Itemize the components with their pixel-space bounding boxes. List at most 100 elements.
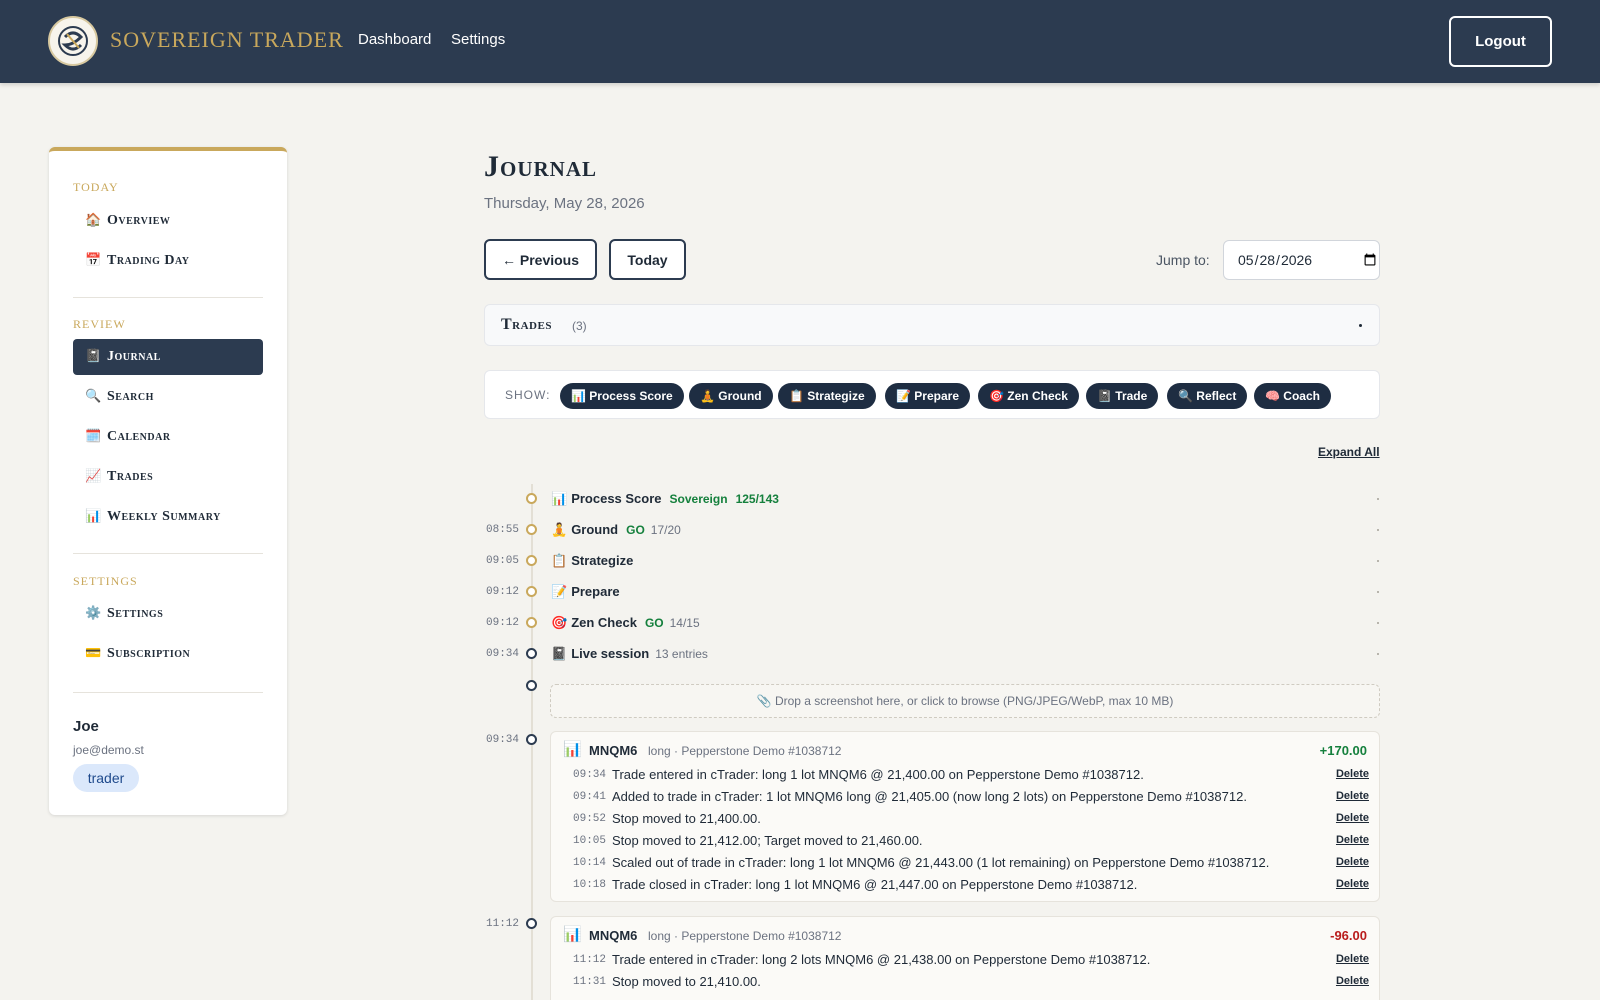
clipboard-icon: 📋 [789,389,804,403]
timeline-item-label: Strategize [571,553,634,568]
event-time: 10:05 [573,835,607,847]
today-button[interactable]: Today [609,239,686,280]
delete-event-link[interactable]: Delete [1336,953,1369,965]
timeline-item-zen-check[interactable]: 🎯 Zen Check GO 14/15 [551,615,700,631]
timeline-item-live-session[interactable]: 📓 Live session 13 entries [551,646,708,662]
chart-up-icon: 📈 [85,469,102,484]
delete-event-link[interactable]: Delete [1336,878,1369,890]
sidebar-item-overview[interactable]: 🏠 Overview [73,203,263,239]
timeline-time: 08:55 [486,524,520,536]
search-icon: 🔍 [85,389,102,404]
sidebar-divider [73,553,263,554]
sidebar-item-journal[interactable]: 📓 Journal [73,339,263,375]
timeline-dot [526,734,537,745]
brand-logo-icon[interactable] [48,16,98,66]
calendar-date-icon: 📅 [85,253,102,268]
entry-count: 13 entries [655,647,708,661]
filter-chip-reflect[interactable]: 🔍 Reflect [1167,383,1248,409]
sidebar-item-calendar[interactable]: 🗓️ Calendar [73,419,263,455]
filter-chip-strategize[interactable]: 📋 Strategize [778,383,876,409]
event-time: 09:34 [573,769,607,781]
chip-label: Strategize [807,389,865,403]
delete-event-link[interactable]: Delete [1336,812,1369,824]
search-icon: 🔍 [1178,389,1193,403]
trade-pnl: +170.00 [1319,743,1367,758]
gear-icon: ⚙️ [85,606,102,621]
timeline-time: 09:34 [486,734,520,746]
nav-settings-link[interactable]: Settings [451,31,505,48]
trades-title: Trades [501,316,552,333]
timeline-item-ground[interactable]: 🧘 Ground GO 17/20 [551,522,681,538]
delete-event-link[interactable]: Delete [1336,834,1369,846]
expand-toggle-icon[interactable] [1377,622,1379,624]
sidebar-item-search[interactable]: 🔍 Search [73,379,263,415]
sidebar-section-review: REVIEW [73,317,126,331]
event-text: Stop moved to 21,410.00. [612,974,761,989]
trade-event-row: 09:34 Trade entered in cTrader: long 1 l… [573,765,1369,787]
expand-toggle-icon[interactable] [1377,653,1379,655]
timeline-dot [526,586,537,597]
expand-toggle-icon[interactable] [1377,591,1379,593]
bar-chart-icon: 📊 [563,925,582,943]
event-time: 10:14 [573,857,607,869]
filter-chip-trade[interactable]: 📓 Trade [1086,383,1159,409]
jump-date-input[interactable] [1223,240,1380,280]
trade-event-row: 10:18 Trade closed in cTrader: long 1 lo… [573,875,1369,897]
score-value: 14/15 [669,616,700,630]
sidebar-item-label: Calendar [107,429,171,444]
go-badge: GO [626,523,645,537]
chip-label: Process Score [589,389,673,403]
meditation-icon: 🧘 [551,523,568,538]
score-value: 17/20 [650,523,681,537]
brand-name[interactable]: SOVEREIGN TRADER [110,27,344,53]
nav-dashboard-link[interactable]: Dashboard [358,31,431,48]
timeline-item-label: Live session [571,646,650,661]
role-badge: trader [73,764,139,792]
timeline-time: 09:12 [486,617,520,629]
delete-event-link[interactable]: Delete [1336,768,1369,780]
bar-chart-icon: 📊 [571,389,586,403]
expand-all-link[interactable]: Expand All [1318,445,1380,459]
notebook-icon: 📓 [1097,389,1112,403]
chip-label: Reflect [1196,389,1237,403]
trades-count: (3) [572,319,587,333]
timeline-dot [526,555,537,566]
sidebar-item-trades[interactable]: 📈 Trades [73,459,263,495]
timeline-dot [526,648,537,659]
expand-toggle-icon[interactable] [1377,498,1379,500]
timeline-item-process-score[interactable]: 📊 Process Score Sovereign 125/143 [551,491,779,507]
previous-day-button[interactable]: ← Previous [484,239,597,280]
trade-event-row: 10:05 Stop moved to 21,412.00; Target mo… [573,831,1369,853]
trade-event-row: 11:31 Stop moved to 21,410.00. Delete [573,972,1369,994]
filter-chip-coach[interactable]: 🧠 Coach [1254,383,1331,409]
trade-event-row: 10:14 Scaled out of trade in cTrader: lo… [573,853,1369,875]
timeline-item-label: Prepare [571,584,620,599]
trade-card[interactable]: 📊 MNQM6 long · Pepperstone Demo #1038712… [550,916,1380,1000]
logout-button[interactable]: Logout [1449,16,1552,67]
timeline-item-strategize[interactable]: 📋 Strategize [551,553,633,569]
screenshot-dropzone[interactable]: 📎 Drop a screenshot here, or click to br… [550,684,1380,718]
clipboard-icon: 📋 [551,554,568,569]
filter-chip-process-score[interactable]: 📊 Process Score [560,383,684,409]
trade-card[interactable]: 📊 MNQM6 long · Pepperstone Demo #1038712… [550,731,1380,902]
sidebar-item-label: Weekly Summary [107,509,221,524]
timeline-time: 11:12 [486,918,520,930]
collapse-toggle-icon[interactable] [1359,324,1362,327]
sidebar-item-trading-day[interactable]: 📅 Trading Day [73,243,263,279]
trades-collapsible-header[interactable]: Trades (3) [484,304,1380,346]
timeline-item-prepare[interactable]: 📝 Prepare [551,584,620,600]
sidebar-item-subscription[interactable]: 💳 Subscription [73,636,263,672]
expand-toggle-icon[interactable] [1377,560,1379,562]
filter-chip-ground[interactable]: 🧘 Ground [689,383,773,409]
delete-event-link[interactable]: Delete [1336,975,1369,987]
sidebar-item-weekly-summary[interactable]: 📊 Weekly Summary [73,499,263,535]
expand-toggle-icon[interactable] [1377,529,1379,531]
notebook-icon: 📓 [85,349,102,364]
delete-event-link[interactable]: Delete [1336,856,1369,868]
delete-event-link[interactable]: Delete [1336,790,1369,802]
sidebar-item-settings[interactable]: ⚙️ Settings [73,596,263,632]
filter-chip-zen-check[interactable]: 🎯 Zen Check [978,383,1079,409]
filter-chip-prepare[interactable]: 📝 Prepare [885,383,970,409]
trade-event-row: 09:41 Added to trade in cTrader: 1 lot M… [573,787,1369,809]
chip-label: Zen Check [1007,389,1068,403]
